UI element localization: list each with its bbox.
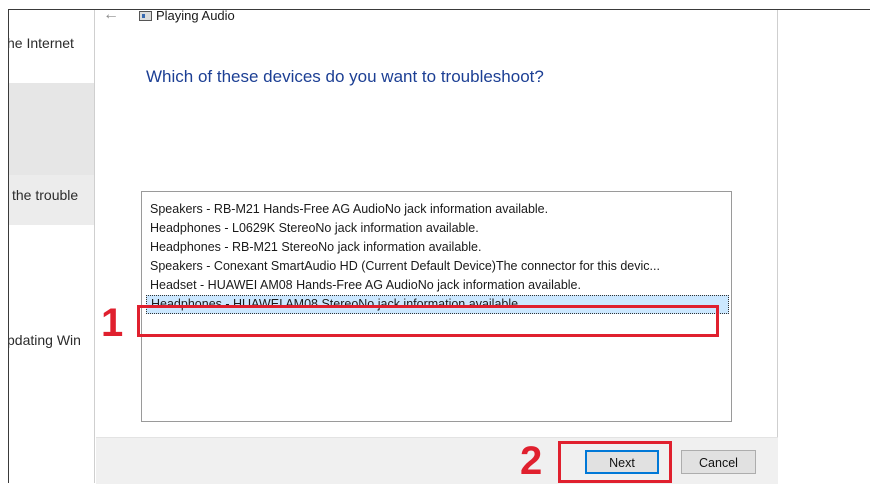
- annotation-step-2: 2: [520, 439, 543, 483]
- device-list-item[interactable]: Headphones - L0629K StereoNo jack inform…: [146, 219, 729, 238]
- annotation-box-next: [558, 441, 672, 483]
- dialog-question: Which of these devices do you want to tr…: [146, 67, 544, 86]
- speaker-icon: [139, 11, 152, 21]
- device-list-item[interactable]: Speakers - Conexant SmartAudio HD (Curre…: [146, 257, 729, 276]
- device-list-item[interactable]: Headphones - RB-M21 StereoNo jack inform…: [146, 238, 729, 257]
- background-item-troubleshooter[interactable]: the trouble: [12, 187, 78, 203]
- background-right-area: [778, 10, 870, 483]
- device-list-item[interactable]: Headset - HUAWEI AM08 Hands-Free AG Audi…: [146, 276, 729, 295]
- background-item-updating[interactable]: pdating Win: [9, 332, 81, 348]
- annotation-box-device: [137, 305, 719, 337]
- back-arrow-icon[interactable]: ←: [103, 6, 119, 24]
- troubleshooter-dialog: ← Playing Audio Which of these devices d…: [94, 6, 778, 484]
- annotation-step-1: 1: [101, 301, 124, 345]
- dialog-title: Playing Audio: [156, 8, 235, 23]
- dialog-footer: Next Cancel: [96, 437, 778, 484]
- background-item-internet[interactable]: he Internet: [9, 35, 74, 51]
- background-highlight: [9, 83, 94, 175]
- device-list-item[interactable]: Speakers - RB-M21 Hands-Free AG AudioNo …: [146, 200, 729, 219]
- background-settings-panel: he Internet the trouble pdating Win: [9, 10, 94, 483]
- cancel-button[interactable]: Cancel: [681, 450, 756, 474]
